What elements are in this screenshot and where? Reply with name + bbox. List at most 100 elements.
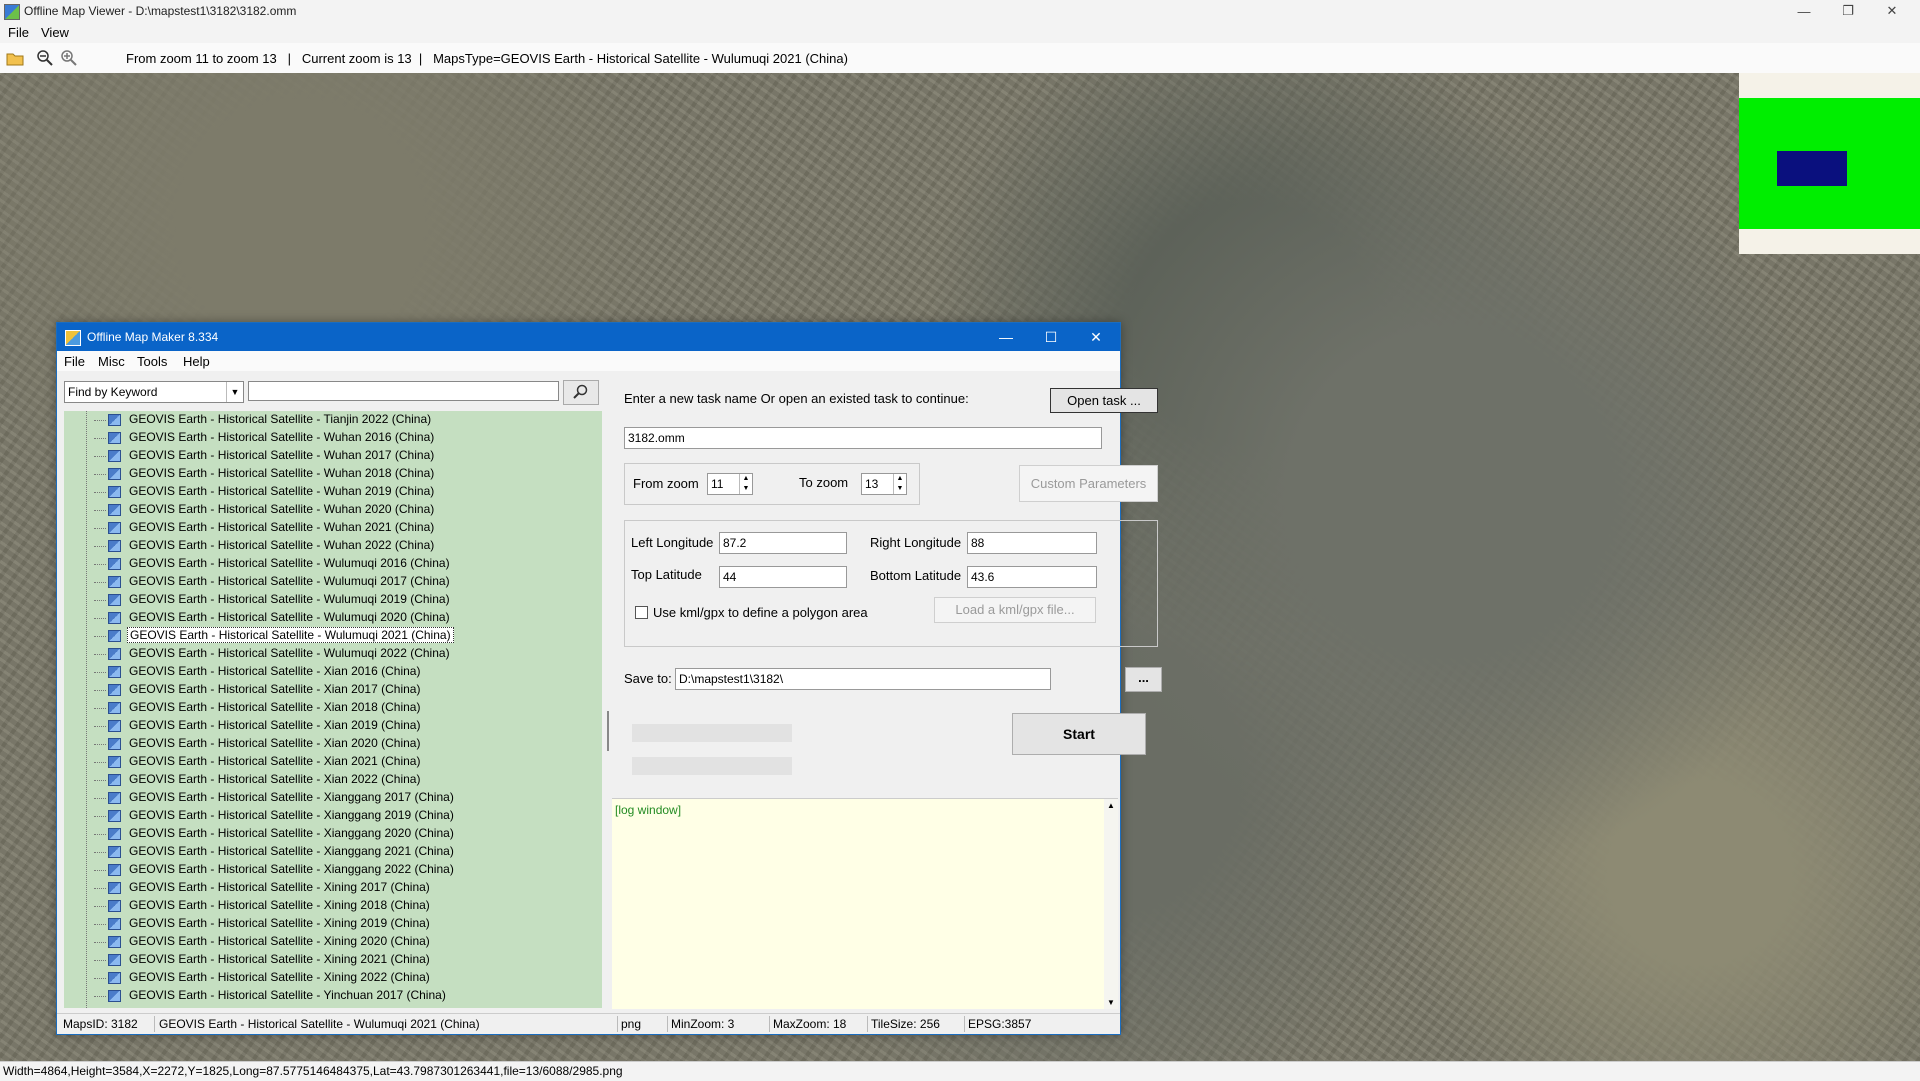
to-zoom-stepper[interactable]: 13 ▲ ▼ <box>861 473 907 495</box>
left-longitude-label: Left Longitude <box>631 535 714 550</box>
tree-item-label: GEOVIS Earth - Historical Satellite - Wu… <box>129 502 435 516</box>
zoom-out-icon[interactable] <box>36 49 54 67</box>
zoom-in-icon[interactable] <box>60 49 78 67</box>
use-kml-checkbox[interactable] <box>635 606 648 619</box>
save-to-label: Save to: <box>624 671 672 686</box>
browse-button[interactable]: ... <box>1125 667 1162 692</box>
left-longitude-value: 87.2 <box>723 536 747 550</box>
open-task-button[interactable]: Open task ... <box>1050 388 1158 413</box>
map-layer-icon <box>108 954 121 966</box>
status-format: png <box>621 1017 642 1031</box>
tree-item-label: GEOVIS Earth - Historical Satellite - Yi… <box>129 988 446 1002</box>
tree-item-label: GEOVIS Earth - Historical Satellite - Wu… <box>129 430 435 444</box>
minimize-icon[interactable]: — <box>1782 0 1826 22</box>
restore-icon[interactable]: ❐ <box>1826 0 1870 22</box>
map-layer-icon <box>108 648 121 660</box>
to-zoom-value: 13 <box>865 477 879 491</box>
tree-item-label: GEOVIS Earth - Historical Satellite - Xi… <box>129 970 430 984</box>
load-kml-button[interactable]: Load a kml/gpx file... <box>934 597 1096 623</box>
left-longitude-input[interactable]: 87.2 <box>719 532 847 554</box>
from-zoom-stepper[interactable]: 11 ▲ ▼ <box>707 473 753 495</box>
map-layer-icon <box>108 900 121 912</box>
map-layer-icon <box>108 846 121 858</box>
tree-connector <box>94 546 106 547</box>
dialog-titlebar[interactable]: Offline Map Maker 8.334 — ☐ ✕ <box>57 323 1120 351</box>
chevron-down-icon[interactable]: ▼ <box>226 382 243 402</box>
dialog-menu-file[interactable]: File <box>64 354 85 369</box>
map-layer-icon <box>108 828 121 840</box>
minimap-viewport[interactable] <box>1777 151 1847 186</box>
scroll-down-icon[interactable]: ▼ <box>1104 998 1118 1007</box>
right-longitude-label: Right Longitude <box>870 535 962 550</box>
viewer-statusbar: Width=4864,Height=3584,X=2272,Y=1825,Lon… <box>0 1061 1920 1081</box>
find-mode-select[interactable]: Find by Keyword ▼ <box>64 381 244 403</box>
current-zoom-text: Current zoom is 13 <box>301 51 412 66</box>
log-window[interactable]: [log window] ▲ ▼ <box>612 798 1118 1009</box>
status-separator <box>867 1016 868 1032</box>
dialog-menu-tools[interactable]: Tools <box>137 354 167 369</box>
start-button[interactable]: Start <box>1012 713 1146 755</box>
tree-scroll-thumb[interactable] <box>607 711 609 751</box>
map-layer-icon <box>108 630 121 642</box>
zoom-range-text: From zoom 11 to zoom 13 <box>126 51 277 66</box>
tree-connector <box>94 852 106 853</box>
tree-connector <box>94 456 106 457</box>
tree-item-label: GEOVIS Earth - Historical Satellite - Xi… <box>129 952 430 966</box>
tree-item-label: GEOVIS Earth - Historical Satellite - Xi… <box>129 844 454 858</box>
map-layer-icon <box>108 558 121 570</box>
save-to-input[interactable]: D:\mapstest1\3182\ <box>675 668 1051 690</box>
menu-file[interactable]: File <box>8 25 29 40</box>
maps-tree[interactable]: GEOVIS Earth - Historical Satellite - Ti… <box>64 411 602 1008</box>
task-name-input[interactable]: 3182.omm <box>624 427 1102 449</box>
map-layer-icon <box>108 756 121 768</box>
map-layer-icon <box>108 738 121 750</box>
map-layer-icon <box>108 432 121 444</box>
dialog-maximize-icon[interactable]: ☐ <box>1036 326 1066 348</box>
tree-connector <box>94 906 106 907</box>
dialog-menu-misc[interactable]: Misc <box>98 354 125 369</box>
keyword-input[interactable] <box>248 381 559 401</box>
bottom-latitude-input[interactable]: 43.6 <box>967 566 1097 588</box>
close-icon[interactable]: ✕ <box>1870 0 1914 22</box>
map-maker-icon <box>65 330 81 346</box>
tree-item-label: GEOVIS Earth - Historical Satellite - Xi… <box>129 736 421 750</box>
map-maker-dialog: Offline Map Maker 8.334 — ☐ ✕ File Misc … <box>56 322 1162 1035</box>
dialog-close-icon[interactable]: ✕ <box>1081 326 1111 348</box>
log-text: [log window] <box>615 803 682 817</box>
dialog-menu-help[interactable]: Help <box>183 354 210 369</box>
menu-view[interactable]: View <box>41 25 69 40</box>
toolbar-status: From zoom 11 to zoom 13 | Current zoom i… <box>126 51 848 66</box>
stepper-arrows-icon[interactable]: ▲ ▼ <box>739 474 752 494</box>
app-icon <box>4 4 20 20</box>
map-layer-icon <box>108 792 121 804</box>
tree-guide-line <box>86 411 88 1008</box>
search-button[interactable] <box>563 380 599 405</box>
open-folder-icon[interactable] <box>6 49 24 67</box>
tree-item-label: GEOVIS Earth - Historical Satellite - Wu… <box>129 484 435 498</box>
top-latitude-input[interactable]: 44 <box>719 566 847 588</box>
status-maps-id: MapsID: 3182 <box>63 1017 138 1031</box>
tree-item-label: GEOVIS Earth - Historical Satellite - Xi… <box>129 808 454 822</box>
tree-connector <box>94 978 106 979</box>
stepper-arrows-icon[interactable]: ▲ ▼ <box>893 474 906 494</box>
bottom-latitude-label: Bottom Latitude <box>870 568 962 583</box>
use-kml-label: Use kml/gpx to define a polygon area <box>653 605 868 620</box>
log-scrollbar[interactable]: ▲ ▼ <box>1104 799 1118 1009</box>
map-layer-icon <box>108 918 121 930</box>
status-maps-name: GEOVIS Earth - Historical Satellite - Wu… <box>159 1017 480 1031</box>
tree-item-label: GEOVIS Earth - Historical Satellite - Xi… <box>129 682 421 696</box>
map-layer-icon <box>108 504 121 516</box>
map-layer-icon <box>108 684 121 696</box>
viewer-toolbar: From zoom 11 to zoom 13 | Current zoom i… <box>0 43 1920 74</box>
scroll-up-icon[interactable]: ▲ <box>1104 801 1118 810</box>
map-layer-icon <box>108 468 121 480</box>
tree-item-label: GEOVIS Earth - Historical Satellite - Wu… <box>129 646 450 660</box>
right-longitude-input[interactable]: 88 <box>967 532 1097 554</box>
minimap[interactable] <box>1739 73 1920 254</box>
progress-bar-secondary <box>632 757 792 775</box>
custom-parameters-button[interactable]: Custom Parameters <box>1019 465 1158 502</box>
tree-connector <box>94 618 106 619</box>
viewer-menubar: File View <box>0 22 1920 43</box>
find-mode-value: Find by Keyword <box>68 385 158 399</box>
dialog-minimize-icon[interactable]: — <box>991 326 1021 348</box>
